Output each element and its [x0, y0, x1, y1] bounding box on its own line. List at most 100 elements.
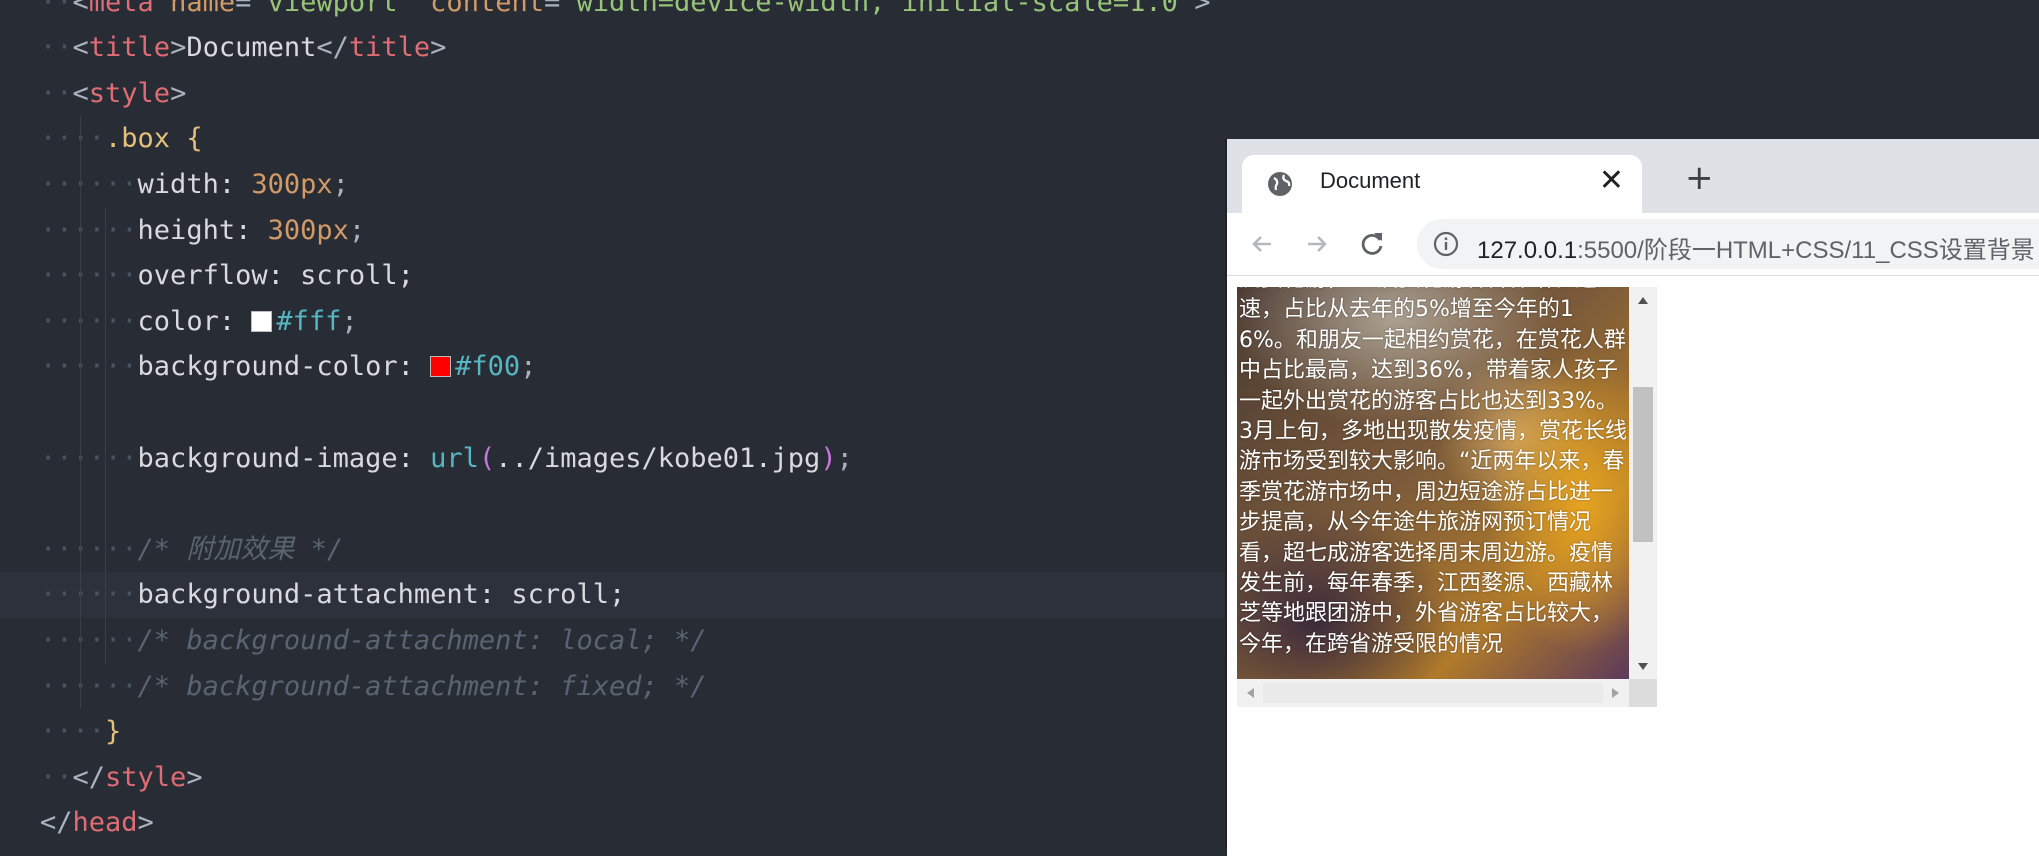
scroll-left-icon[interactable] [1247, 688, 1254, 698]
code-token: 300px [267, 214, 349, 246]
code-token: content [413, 0, 544, 18]
code-line[interactable] [0, 390, 1270, 436]
info-icon[interactable] [1433, 231, 1459, 257]
indent-whitespace: ······ [40, 442, 138, 474]
code-token: > [170, 77, 187, 109]
indent-whitespace: ······ [40, 351, 138, 383]
code-line[interactable]: ······/* 附加效果 */ [0, 527, 1270, 573]
arrow-left-icon[interactable] [1247, 229, 1277, 259]
code-line[interactable]: ······width: 300px; [0, 162, 1270, 208]
code-token: ) [820, 442, 837, 474]
code-token: height: [137, 214, 268, 246]
url-path: :5500/阶段一HTML+CSS/11_CSS设置背景 [1577, 237, 2035, 264]
tab-strip: Document ✕ + [1227, 139, 2039, 213]
code-token: style [88, 77, 171, 109]
code-line[interactable]: ······height: 300px; [0, 208, 1270, 254]
code-token: width: [137, 168, 252, 200]
indent-whitespace: ·· [40, 0, 73, 18]
indent-whitespace: ···· [40, 716, 106, 748]
code-token: < [72, 0, 89, 18]
horizontal-scrollbar[interactable] [1237, 679, 1629, 707]
code-line[interactable]: ······/* background-attachment: fixed; *… [0, 664, 1270, 710]
scroll-down-icon[interactable] [1638, 663, 1648, 670]
code-token: /* background-attachment: local; */ [137, 624, 707, 656]
code-line[interactable]: ····} [0, 709, 1270, 755]
vertical-scroll-thumb[interactable] [1633, 387, 1653, 542]
code-token: overflow: scroll; [137, 260, 414, 292]
code-token: < [72, 32, 89, 64]
code-token: .box [105, 123, 171, 155]
code-token: ; [332, 168, 349, 200]
globe-icon [1268, 172, 1292, 196]
reload-icon[interactable] [1357, 229, 1387, 259]
close-icon[interactable]: ✕ [1599, 163, 1624, 198]
code-line[interactable]: ······color: #fff; [0, 299, 1270, 345]
indent-whitespace: ······ [40, 214, 138, 246]
code-token: "viewport" [251, 0, 414, 18]
code-line[interactable]: ··<style> [0, 71, 1270, 117]
code-token: name [153, 0, 236, 18]
code-line[interactable]: ······overflow: scroll; [0, 253, 1270, 299]
code-token: > [1194, 0, 1211, 18]
scroll-up-icon[interactable] [1638, 297, 1648, 304]
indent-whitespace: ·· [40, 77, 73, 109]
code-line[interactable]: ··<title>Document</title> [0, 25, 1270, 71]
tab-document[interactable]: Document ✕ [1242, 155, 1642, 213]
code-token: ; [836, 442, 853, 474]
code-token: < [72, 77, 89, 109]
address-bar[interactable]: 127.0.0.1:5500/阶段一HTML+CSS/11_CSS设置背景 [1417, 219, 2039, 269]
browser-window: Document ✕ + 127.0.0.1:5500/阶段一HTML+CSS/… [1225, 139, 2039, 856]
code-line[interactable]: ······background-image: url(../images/ko… [0, 436, 1270, 482]
code-token: </ [72, 761, 106, 793]
code-line[interactable]: ······background-attachment: scroll; [0, 572, 1270, 618]
code-token: "width=device-width, initial-scale=1.0" [560, 0, 1195, 18]
scroll-right-icon[interactable] [1612, 688, 1619, 698]
code-token: = [235, 0, 252, 18]
code-token: > [170, 32, 187, 64]
browser-toolbar: 127.0.0.1:5500/阶段一HTML+CSS/11_CSS设置背景 [1227, 213, 2039, 276]
code-token: > [137, 807, 154, 839]
arrow-right-icon[interactable] [1302, 229, 1332, 259]
code-token: ; [348, 214, 366, 246]
code-token: > [186, 761, 203, 793]
color-swatch[interactable] [430, 356, 452, 378]
code-token: ; [341, 305, 358, 337]
box-text: 爱赏花游，00后赏花游客群体增长迅速，占比从去年的5%增至今年的16%。和朋友一… [1239, 287, 1627, 657]
code-line[interactable]: ··</style> [0, 755, 1270, 801]
code-line[interactable]: ······background-color: #f00; [0, 344, 1270, 390]
scroll-box[interactable]: 爱赏花游，00后赏花游客群体增长迅速，占比从去年的5%增至今年的16%。和朋友一… [1237, 287, 1657, 707]
code-token: background-attachment: scroll; [137, 579, 626, 611]
code-token: </ [40, 807, 73, 839]
code-token: background-image: [137, 442, 431, 474]
horizontal-scroll-thumb[interactable] [1263, 683, 1603, 703]
code-line[interactable] [0, 481, 1270, 527]
indent-whitespace: ······ [40, 168, 138, 200]
indent-whitespace: ······ [40, 305, 138, 337]
code-line[interactable]: </head> [0, 800, 1270, 846]
indent-whitespace: ·· [40, 32, 73, 64]
code-token: } [105, 716, 122, 748]
code-token: Document [186, 32, 317, 64]
color-swatch[interactable] [251, 310, 273, 332]
code-token: background-color: [137, 351, 431, 383]
code-token: color: [137, 305, 252, 337]
code-token: ; [520, 351, 537, 383]
indent-whitespace: ······ [40, 260, 138, 292]
code-line[interactable]: ····.box { [0, 116, 1270, 162]
code-line[interactable]: ······/* background-attachment: local; *… [0, 618, 1270, 664]
indent-whitespace: ······ [40, 533, 138, 565]
code-token: #fff [276, 305, 342, 337]
indent-whitespace: ······ [40, 579, 138, 611]
code-token: ( [478, 442, 496, 474]
url-text[interactable]: 127.0.0.1:5500/阶段一HTML+CSS/11_CSS设置背景 [1477, 230, 2035, 265]
indent-whitespace: ···· [40, 123, 106, 155]
code-line[interactable]: ··<meta name="viewport" content="width=d… [0, 0, 1270, 25]
indent-guide [105, 207, 106, 664]
code-token: /* 附加效果 */ [137, 533, 344, 565]
vertical-scrollbar[interactable] [1629, 287, 1657, 679]
code-token: > [430, 32, 447, 64]
code-token: title [348, 32, 431, 64]
code-token: 300px [251, 168, 333, 200]
new-tab-button[interactable]: + [1685, 161, 1714, 195]
indent-guide [80, 116, 81, 710]
